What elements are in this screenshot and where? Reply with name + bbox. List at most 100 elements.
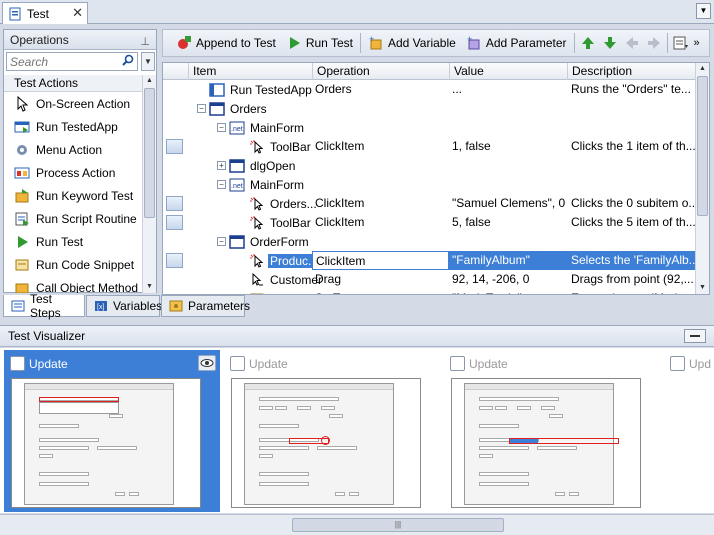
value-cell[interactable] — [449, 175, 567, 194]
operations-scrollbar[interactable]: ▲ ▼ — [142, 75, 156, 293]
grid-scrollbar[interactable]: ▲ ▼ — [695, 63, 709, 294]
description-cell[interactable] — [567, 156, 695, 175]
visualizer-frame[interactable]: Update — [224, 350, 440, 512]
visualizer-frame[interactable]: Update — [4, 350, 220, 512]
toolbar-overflow-icon[interactable]: » — [692, 31, 702, 55]
table-row[interactable]: − Orders — [163, 99, 695, 118]
visualizer-scrollbar[interactable]: ||| — [0, 514, 714, 535]
row-selector[interactable] — [166, 139, 183, 154]
move-right-button[interactable] — [643, 31, 665, 55]
column-header-operation[interactable]: Operation — [312, 63, 449, 80]
frame-screenshot-thumbnail[interactable] — [11, 378, 201, 508]
operation-cell[interactable] — [312, 99, 449, 118]
row-selector[interactable] — [166, 196, 183, 211]
close-tab-icon[interactable]: ✕ — [72, 5, 83, 21]
operation-cell[interactable] — [312, 232, 449, 251]
scroll-up-icon[interactable]: ▲ — [143, 75, 156, 87]
search-dropdown-button[interactable]: ▼ — [141, 52, 155, 71]
frame-label[interactable]: Update — [10, 356, 68, 371]
visualizer-scroll-thumb[interactable]: ||| — [292, 518, 504, 532]
tab-list-dropdown-button[interactable]: ▼ — [696, 3, 711, 19]
frame-checkbox[interactable] — [10, 356, 25, 371]
table-row[interactable]: Run TestedApp Orders... Runs the "Orders" … — [163, 80, 695, 99]
tree-expander-icon[interactable]: − — [217, 123, 226, 132]
append-to-test-button[interactable]: Append to Test — [171, 31, 281, 55]
value-cell[interactable]: "Mark Twain" — [449, 289, 567, 294]
row-selector[interactable] — [166, 215, 183, 230]
move-up-button[interactable] — [577, 31, 599, 55]
operation-cell[interactable]: Orders — [312, 80, 449, 99]
search-icon[interactable] — [122, 54, 134, 69]
move-down-button[interactable] — [599, 31, 621, 55]
frame-label[interactable]: Update — [230, 356, 288, 371]
operation-item-run-code-snippet[interactable]: Run Code Snippet — [4, 253, 142, 276]
operations-group-test-actions[interactable]: Test Actions — [4, 75, 142, 92]
frame-checkbox[interactable] — [450, 356, 465, 371]
value-cell[interactable] — [449, 99, 567, 118]
tree-item[interactable]: − .net MainForm — [217, 175, 306, 194]
tree-item[interactable]: Customer — [237, 289, 324, 294]
move-left-button[interactable] — [621, 31, 643, 55]
operation-cell[interactable]: ClickItem — [312, 213, 449, 232]
frame-checkbox[interactable] — [230, 356, 245, 371]
table-row[interactable]: ToolBar ClickItem 5, false Clicks the 5 ite… — [163, 213, 695, 232]
table-row[interactable]: − OrderForm — [163, 232, 695, 251]
operation-cell[interactable]: SetText — [312, 289, 449, 294]
description-cell[interactable]: Enters the text 'Mark... — [567, 289, 695, 294]
description-cell[interactable]: Runs the "Orders" te... — [567, 80, 695, 99]
properties-button[interactable] — [670, 31, 692, 55]
operation-cell[interactable] — [312, 156, 449, 175]
operation-item-run-testedapp[interactable]: Run TestedApp — [4, 115, 142, 138]
tree-item[interactable]: Produc... — [237, 251, 318, 270]
operation-cell[interactable] — [312, 175, 449, 194]
add-variable-button[interactable]: + Add Variable — [363, 31, 461, 55]
value-cell[interactable]: 5, false — [449, 213, 567, 232]
tree-item[interactable]: − Orders — [197, 99, 269, 118]
table-row[interactable]: − .net MainForm — [163, 175, 695, 194]
column-header-item[interactable]: Item — [188, 63, 312, 80]
pin-icon[interactable]: ⊥ — [140, 32, 150, 52]
tree-item[interactable]: − OrderForm — [217, 232, 311, 251]
description-cell[interactable]: Clicks the 1 item of th... — [567, 137, 695, 156]
tree-item[interactable]: − .net MainForm — [217, 118, 306, 137]
value-cell[interactable]: ... — [449, 80, 567, 99]
operation-cell[interactable]: Drag — [312, 270, 449, 289]
tree-expander-icon[interactable]: + — [217, 161, 226, 170]
tree-item[interactable]: Orders... — [237, 194, 319, 213]
value-cell[interactable]: "FamilyAlbum" — [449, 251, 567, 270]
value-cell[interactable]: "Samuel Clemens", 0 — [449, 194, 567, 213]
frame-checkbox[interactable] — [670, 356, 685, 371]
tab-test[interactable]: Test ✕ — [2, 2, 88, 24]
scroll-down-icon[interactable]: ▼ — [143, 281, 156, 293]
add-parameter-button[interactable]: + Add Parameter — [461, 31, 572, 55]
value-cell[interactable] — [449, 118, 567, 137]
scroll-up-icon[interactable]: ▲ — [696, 63, 709, 75]
scroll-down-icon[interactable]: ▼ — [696, 282, 709, 294]
description-cell[interactable] — [567, 175, 695, 194]
frame-label[interactable]: Update — [450, 356, 508, 371]
description-cell[interactable] — [567, 232, 695, 251]
description-cell[interactable] — [567, 118, 695, 137]
view-eye-icon[interactable] — [198, 355, 216, 371]
operation-cell[interactable] — [312, 118, 449, 137]
operation-item-menu-action[interactable]: Menu Action — [4, 138, 142, 161]
frame-label[interactable]: Upd — [670, 356, 711, 371]
table-row[interactable]: ToolBar ClickItem 1, false Clicks the 1 ite… — [163, 137, 695, 156]
tree-item[interactable]: Run TestedApp — [197, 80, 314, 99]
column-header-description[interactable]: Description — [567, 63, 695, 80]
tree-expander-icon[interactable]: − — [197, 104, 206, 113]
operation-cell[interactable]: ClickItem — [312, 194, 449, 213]
visualizer-frame[interactable]: Upd — [664, 350, 714, 512]
operation-item-run-script-routine[interactable]: Run Script Routine — [4, 207, 142, 230]
operation-cell[interactable]: ClickItem — [312, 137, 449, 156]
row-selector[interactable] — [166, 253, 183, 268]
operations-search-input[interactable] — [6, 52, 138, 71]
description-cell[interactable]: Selects the 'FamilyAlb... — [567, 251, 695, 270]
frame-screenshot-thumbnail[interactable] — [231, 378, 421, 508]
tree-expander-icon[interactable]: − — [217, 237, 226, 246]
table-row[interactable]: + dlgOpen — [163, 156, 695, 175]
description-cell[interactable]: Clicks the 0 subitem o... — [567, 194, 695, 213]
value-cell[interactable]: 92, 14, -206, 0 — [449, 270, 567, 289]
grid-scroll-thumb[interactable] — [697, 76, 708, 216]
table-row[interactable]: Orders... ClickItem "Samuel Clemens", 0 Cli… — [163, 194, 695, 213]
